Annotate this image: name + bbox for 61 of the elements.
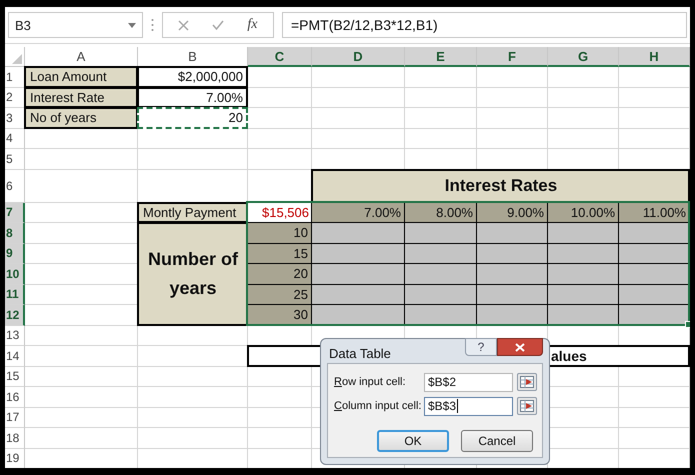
close-button[interactable] — [497, 338, 543, 356]
label-cell: Interest Rate — [24, 86, 138, 108]
column-header[interactable]: D — [312, 47, 405, 67]
term-cell: 10 — [247, 222, 312, 244]
table-cell — [618, 222, 690, 244]
row-header[interactable]: 8 — [5, 223, 25, 244]
insert-function-button[interactable]: fx — [247, 17, 258, 33]
row-header[interactable]: 16 — [5, 387, 25, 408]
checkmark-icon[interactable] — [212, 20, 224, 30]
label-cell: No of years — [24, 107, 138, 128]
table-cell — [476, 222, 548, 244]
row-header[interactable]: 14 — [5, 346, 25, 366]
dialog-button[interactable]: Cancel — [461, 430, 533, 452]
term-cell: 20 — [247, 263, 312, 284]
field-label: Column input cell: — [334, 400, 422, 412]
row-header[interactable]: 7 — [5, 202, 25, 223]
input-field[interactable]: $B$3 — [424, 396, 514, 416]
column-header[interactable]: H — [619, 47, 690, 67]
column-header[interactable]: E — [405, 47, 477, 67]
range-select-icon — [520, 400, 534, 412]
caret-icon — [128, 22, 136, 28]
table-cell — [618, 263, 690, 284]
formula-field[interactable]: =PMT(B2/12,B3*12,B1) — [282, 12, 687, 38]
collapse-dialog-button[interactable] — [517, 397, 537, 415]
row-header[interactable]: 11 — [5, 284, 25, 305]
row-header[interactable]: 5 — [5, 149, 25, 170]
fill-handle[interactable] — [685, 320, 690, 328]
input-field[interactable]: $B$2 — [424, 372, 514, 392]
table-cell — [476, 263, 548, 284]
column-header[interactable]: G — [548, 47, 619, 67]
triangle-icon — [12, 54, 22, 64]
name-box[interactable]: B3 — [8, 12, 143, 38]
field-label: Row input cell: — [334, 376, 407, 388]
table-cell — [547, 263, 619, 284]
value-cell: 7.00% — [137, 86, 248, 108]
row-header[interactable]: 15 — [5, 366, 25, 387]
dialog-title: Data Table — [329, 346, 391, 361]
value-cell: 20 — [137, 107, 248, 128]
range-select-icon — [520, 376, 534, 388]
column-header[interactable]: C — [248, 47, 312, 67]
row-header[interactable]: 13 — [5, 326, 25, 346]
row-header[interactable]: 6 — [5, 170, 25, 202]
value-cell: $2,000,000 — [137, 66, 248, 88]
grip-icon — [151, 18, 154, 32]
row-header[interactable]: 17 — [5, 408, 25, 428]
table-cell — [547, 222, 619, 244]
row-header[interactable]: 10 — [5, 264, 25, 284]
label-cell: Montly Payment — [137, 202, 248, 223]
row-header[interactable]: 4 — [5, 128, 25, 149]
row-header[interactable]: 19 — [5, 448, 25, 468]
column-header[interactable]: F — [477, 47, 548, 67]
help-button[interactable]: ? — [465, 338, 497, 356]
row-header[interactable]: 18 — [5, 428, 25, 448]
close-icon — [515, 342, 525, 352]
row-header[interactable]: 9 — [5, 244, 25, 264]
table-title: Interest Rates — [311, 168, 690, 202]
collapse-dialog-button[interactable] — [517, 373, 537, 391]
dialog-button[interactable]: OK — [377, 430, 449, 452]
row-header[interactable]: 12 — [5, 305, 25, 326]
label-cell: Loan Amount — [24, 66, 138, 88]
group-label: Number of years — [137, 222, 248, 326]
